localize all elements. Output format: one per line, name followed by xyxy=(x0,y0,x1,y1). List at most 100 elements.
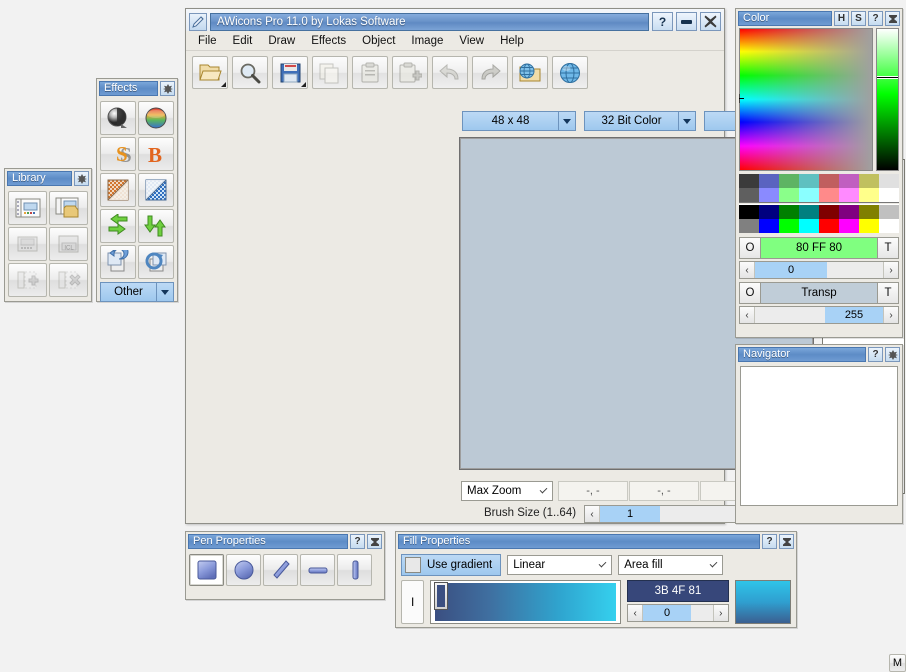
navigator-close-button[interactable] xyxy=(885,347,900,362)
zoom-button[interactable] xyxy=(232,56,268,89)
foreground-alpha-decrement[interactable]: ‹ xyxy=(740,262,755,278)
foreground-opacity-button[interactable]: O xyxy=(739,237,761,259)
library-add-button[interactable] xyxy=(8,263,47,297)
pen-collapse-button[interactable] xyxy=(367,534,382,549)
effect-shadow-text-button[interactable]: S S xyxy=(100,137,136,171)
fill-target-combo[interactable]: Area fill xyxy=(618,555,723,575)
gradient-type-combo[interactable]: Linear xyxy=(507,555,612,575)
chevron-down-icon[interactable] xyxy=(593,556,611,574)
background-swatch[interactable]: Transp xyxy=(761,282,877,304)
undo-button[interactable] xyxy=(432,56,468,89)
pen-shape-square[interactable] xyxy=(189,554,224,586)
fill-collapse-button[interactable] xyxy=(779,534,794,549)
depth-combo[interactable]: 32 Bit Color xyxy=(584,111,696,131)
swatch-row-3[interactable] xyxy=(739,205,899,219)
pen-help-button[interactable]: ? xyxy=(350,534,365,549)
chevron-down-icon[interactable] xyxy=(534,482,552,500)
library-open-button[interactable] xyxy=(49,191,88,225)
size-combo[interactable]: 48 x 48 xyxy=(462,111,576,131)
menu-item-edit[interactable]: Edit xyxy=(226,33,260,49)
navigator-help-button[interactable]: ? xyxy=(868,347,883,362)
foreground-alpha-slider[interactable]: ‹ 0 › xyxy=(739,261,899,279)
menu-item-file[interactable]: File xyxy=(191,33,224,49)
paste-new-button[interactable] xyxy=(392,56,428,89)
save-dropdown-indicator[interactable] xyxy=(301,82,306,87)
pen-shape-circle[interactable] xyxy=(226,554,261,586)
gradient-stop-hex[interactable]: 3B 4F 81 xyxy=(627,580,729,602)
gradient-strip[interactable] xyxy=(430,580,621,624)
stop-position-decrement[interactable]: ‹ xyxy=(628,605,643,621)
open-file-dropdown-indicator[interactable] xyxy=(221,82,226,87)
chevron-down-icon[interactable] xyxy=(704,556,722,574)
saturation-mode-button[interactable]: S xyxy=(851,11,866,26)
effect-colorize-button[interactable] xyxy=(138,101,174,135)
swatch-row-4[interactable] xyxy=(739,219,899,233)
library-delete-button[interactable] xyxy=(49,263,88,297)
chevron-down-icon[interactable] xyxy=(678,112,695,130)
pen-shape-vertical[interactable] xyxy=(337,554,372,586)
web-button[interactable] xyxy=(552,56,588,89)
menu-item-effects[interactable]: Effects xyxy=(304,33,353,49)
effect-opacity-orange-button[interactable] xyxy=(100,173,136,207)
menu-item-object[interactable]: Object xyxy=(355,33,402,49)
effect-opacity-blue-button[interactable] xyxy=(138,173,174,207)
chevron-down-icon[interactable] xyxy=(156,283,173,301)
window-help-button[interactable]: ? xyxy=(652,12,673,31)
paste-button[interactable] xyxy=(352,56,388,89)
library-close-button[interactable] xyxy=(74,171,89,186)
navigator-view[interactable] xyxy=(740,366,898,506)
window-minimize-button[interactable] xyxy=(676,12,697,31)
chevron-down-icon[interactable] xyxy=(558,112,575,130)
effects-other-combo[interactable]: Other xyxy=(100,282,174,302)
library-icl-button[interactable]: ICL xyxy=(49,227,88,261)
effect-shadow-button[interactable] xyxy=(100,101,136,135)
fill-help-button[interactable]: ? xyxy=(762,534,777,549)
menu-item-draw[interactable]: Draw xyxy=(261,33,302,49)
menu-item-view[interactable]: View xyxy=(452,33,491,49)
color-sv-field[interactable] xyxy=(739,28,873,171)
background-color-row[interactable]: O Transp T xyxy=(739,282,899,304)
redo-button[interactable] xyxy=(472,56,508,89)
color-help-button[interactable]: ? xyxy=(868,11,883,26)
checkbox-box[interactable] xyxy=(405,557,421,573)
menu-item-help[interactable]: Help xyxy=(493,33,531,49)
effect-rotate-right-button[interactable] xyxy=(138,245,174,279)
effect-flip-vertical-button[interactable] xyxy=(138,209,174,243)
foreground-alpha-increment[interactable]: › xyxy=(883,262,898,278)
color-value-bar[interactable] xyxy=(876,28,899,171)
effects-close-button[interactable] xyxy=(160,81,175,96)
background-alpha-slider[interactable]: ‹ 255 › xyxy=(739,306,899,324)
foreground-transparency-button[interactable]: T xyxy=(877,237,899,259)
foreground-color-row[interactable]: O 80 FF 80 T xyxy=(739,237,899,259)
window-close-button[interactable] xyxy=(700,12,721,31)
hue-mode-button[interactable]: H xyxy=(834,11,849,26)
foreground-swatch[interactable]: 80 FF 80 xyxy=(761,237,877,259)
brush-decrement-button[interactable]: ‹ xyxy=(585,506,600,522)
color-swatch-grid[interactable] xyxy=(736,171,902,233)
background-opacity-button[interactable]: O xyxy=(739,282,761,304)
color-collapse-button[interactable] xyxy=(885,11,900,26)
copy-button[interactable] xyxy=(312,56,348,89)
gradient-interpolation-button[interactable]: I xyxy=(401,580,424,624)
gradient-stop-handle[interactable] xyxy=(434,582,448,610)
effect-bold-text-button[interactable]: B xyxy=(138,137,174,171)
save-button[interactable] xyxy=(272,56,308,89)
open-web-button[interactable] xyxy=(512,56,548,89)
gradient-stop-position-slider[interactable]: ‹ 0 › xyxy=(627,604,729,622)
use-gradient-checkbox[interactable]: Use gradient xyxy=(401,554,501,576)
background-alpha-increment[interactable]: › xyxy=(883,307,898,323)
effect-flip-horizontal-button[interactable] xyxy=(100,209,136,243)
pen-shape-horizontal[interactable] xyxy=(300,554,335,586)
background-transparency-button[interactable]: T xyxy=(877,282,899,304)
mode-button[interactable]: M xyxy=(889,654,906,672)
stop-position-increment[interactable]: › xyxy=(713,605,728,621)
swatch-row-2[interactable] xyxy=(739,188,899,202)
library-save-button[interactable] xyxy=(8,227,47,261)
swatch-row-1[interactable] xyxy=(739,174,899,188)
open-file-button[interactable] xyxy=(192,56,228,89)
menu-item-image[interactable]: Image xyxy=(404,33,450,49)
library-new-button[interactable] xyxy=(8,191,47,225)
zoom-combo[interactable]: Max Zoom xyxy=(461,481,553,501)
pen-shape-diagonal[interactable] xyxy=(263,554,298,586)
background-alpha-decrement[interactable]: ‹ xyxy=(740,307,755,323)
